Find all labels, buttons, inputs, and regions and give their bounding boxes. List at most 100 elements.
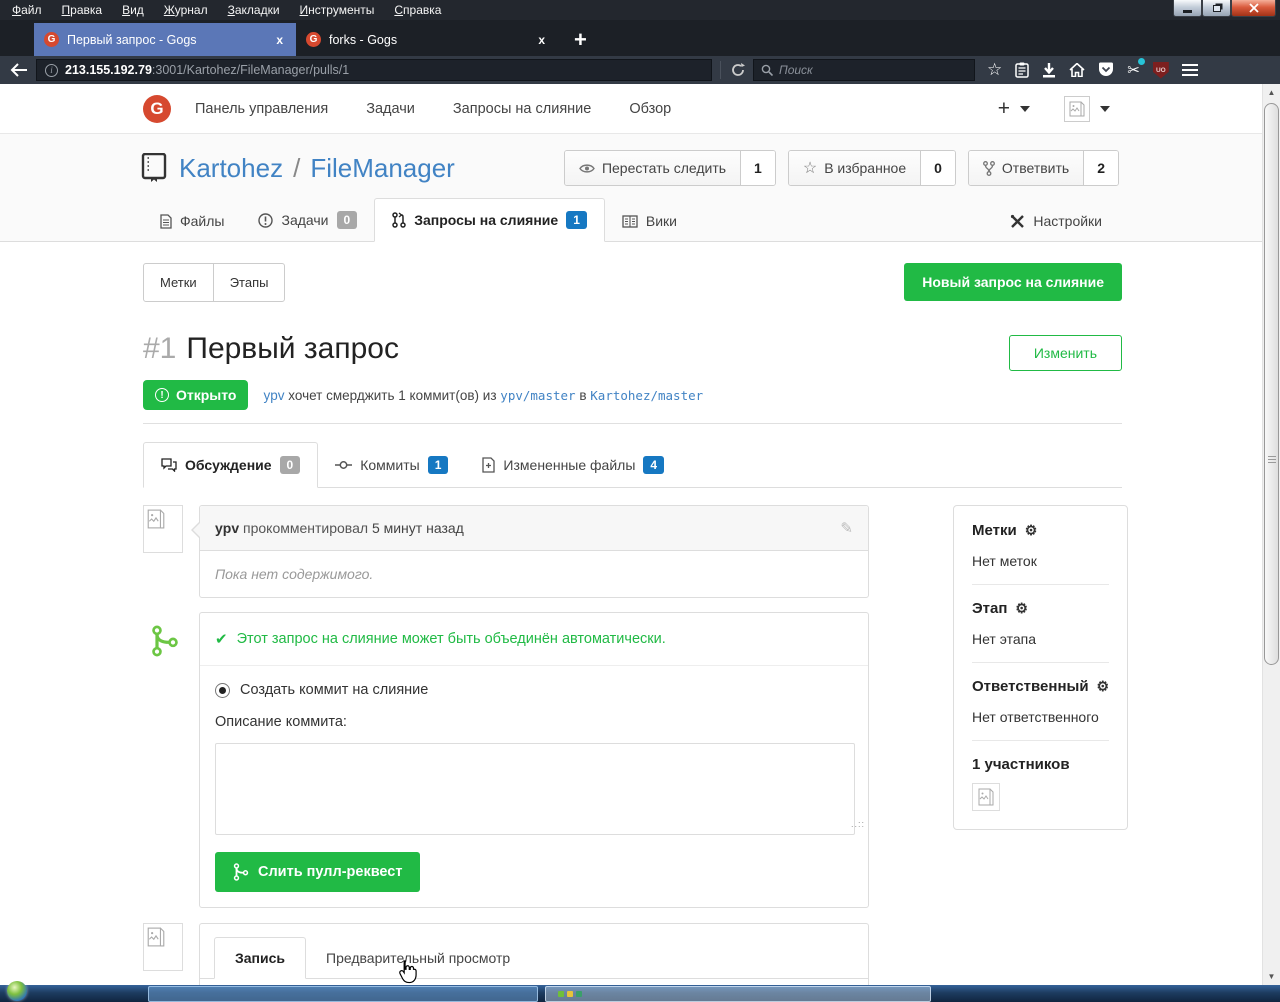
repo-owner-link[interactable]: Kartohez bbox=[179, 153, 283, 184]
tab-close-icon[interactable]: x bbox=[535, 33, 548, 47]
labels-button[interactable]: Метки bbox=[144, 264, 213, 301]
tab-write[interactable]: Запись bbox=[214, 937, 306, 979]
new-tab-button[interactable]: + bbox=[558, 23, 603, 56]
tab-preview[interactable]: Предварительный просмотр bbox=[306, 938, 530, 978]
nav-right-group: + bbox=[998, 96, 1262, 122]
page-scrollbar[interactable]: ▲ ▼ bbox=[1262, 84, 1280, 985]
gogs-logo-icon[interactable]: G bbox=[143, 95, 171, 123]
scroll-up-icon[interactable]: ▲ bbox=[1263, 84, 1280, 101]
menu-help[interactable]: Справка bbox=[394, 3, 441, 17]
milestone-gear-icon[interactable]: ⚙ bbox=[1015, 600, 1028, 617]
close-button[interactable] bbox=[1231, 0, 1276, 17]
user-menu-caret-icon[interactable] bbox=[1100, 106, 1110, 112]
discussion-count-badge: 0 bbox=[280, 456, 301, 474]
participant-avatar[interactable] bbox=[972, 783, 1000, 811]
base-branch-link[interactable]: Kartohez/master bbox=[590, 388, 703, 403]
start-button[interactable] bbox=[7, 981, 27, 1001]
pr-meta-text: ypv хочет смерджить 1 коммит(ов) из ypv/… bbox=[263, 388, 703, 403]
create-new-button[interactable]: + bbox=[998, 97, 1010, 121]
pocket-icon[interactable] bbox=[1098, 62, 1114, 78]
pr-view-tabs: Обсуждение 0 Коммиты 1 Измененные файлы … bbox=[143, 442, 1122, 488]
search-bar[interactable]: Поиск bbox=[753, 59, 975, 81]
minimize-button[interactable] bbox=[1173, 0, 1202, 17]
taskbar-app-button[interactable] bbox=[148, 986, 538, 1002]
browser-tab-active[interactable]: G Первый запрос - Gogs x bbox=[34, 23, 296, 56]
participants-title: 1 участников bbox=[972, 756, 1109, 773]
pr-author-link[interactable]: ypv bbox=[263, 388, 284, 403]
unwatch-button[interactable]: Перестать следить bbox=[565, 151, 740, 185]
menu-history[interactable]: Журнал bbox=[164, 3, 208, 17]
scroll-down-icon[interactable]: ▼ bbox=[1263, 968, 1280, 985]
labels-gear-icon[interactable]: ⚙ bbox=[1025, 522, 1038, 539]
repo-name-link[interactable]: FileManager bbox=[310, 153, 455, 184]
menu-tools[interactable]: Инструменты bbox=[300, 3, 375, 17]
textarea-resize-handle[interactable]: ..:: bbox=[851, 819, 865, 829]
new-pull-request-button[interactable]: Новый запрос на слияние bbox=[904, 263, 1122, 301]
broken-image-icon bbox=[1069, 101, 1085, 117]
site-info-icon[interactable]: i bbox=[45, 64, 58, 77]
commit-description-label: Описание коммита: bbox=[215, 714, 853, 730]
restore-button[interactable] bbox=[1202, 0, 1231, 17]
tab-issues[interactable]: Задачи 0 bbox=[241, 199, 374, 241]
commit-description-input[interactable] bbox=[215, 743, 855, 835]
user-avatar[interactable] bbox=[1064, 96, 1090, 122]
ublock-icon[interactable]: UO bbox=[1153, 62, 1169, 79]
tab-settings[interactable]: Настройки bbox=[993, 201, 1119, 241]
pr-title-row: #1Первый запрос Изменить bbox=[143, 332, 1122, 371]
bookmarks-menu-icon[interactable] bbox=[1015, 62, 1029, 78]
watch-count[interactable]: 1 bbox=[740, 151, 775, 185]
fork-count[interactable]: 2 bbox=[1083, 151, 1118, 185]
merge-pull-request-button[interactable]: Слить пулл-реквест bbox=[215, 852, 420, 892]
reload-icon bbox=[731, 63, 745, 77]
create-new-caret-icon[interactable] bbox=[1020, 106, 1030, 112]
nav-pulls[interactable]: Запросы на слияние bbox=[453, 101, 591, 117]
search-placeholder: Поиск bbox=[779, 63, 813, 77]
downloads-icon[interactable] bbox=[1042, 63, 1056, 78]
repo-action-buttons: Перестать следить 1 ☆ В избранное 0 Отве… bbox=[564, 150, 1119, 186]
tab-files[interactable]: Файлы bbox=[143, 201, 241, 241]
scrollbar-thumb[interactable] bbox=[1264, 103, 1279, 665]
menu-file[interactable]: Файл bbox=[12, 3, 42, 17]
back-button[interactable] bbox=[8, 59, 30, 81]
tab-wiki[interactable]: Вики bbox=[605, 201, 694, 241]
divider bbox=[143, 423, 1122, 424]
nav-explore[interactable]: Обзор bbox=[629, 101, 671, 117]
nav-dashboard[interactable]: Панель управления bbox=[195, 101, 328, 117]
menu-bookmarks[interactable]: Закладки bbox=[228, 3, 280, 17]
merge-style-option[interactable]: Создать коммит на слияние bbox=[215, 682, 853, 698]
tab-discussion-active[interactable]: Обсуждение 0 bbox=[143, 442, 318, 488]
reload-button[interactable] bbox=[720, 61, 745, 79]
editor-avatar[interactable] bbox=[143, 923, 183, 971]
url-bar[interactable]: i 213.155.192.79:3001/Kartohez/FileManag… bbox=[36, 59, 712, 81]
star-count[interactable]: 0 bbox=[920, 151, 955, 185]
browser-tab-inactive[interactable]: G forks - Gogs x bbox=[296, 23, 558, 56]
home-icon[interactable] bbox=[1069, 63, 1085, 77]
tab-close-icon[interactable]: x bbox=[273, 33, 286, 47]
repo-tabs: Файлы Задачи 0 Запросы на слияние 1 Вики… bbox=[0, 198, 1262, 242]
comment-author-link[interactable]: ypv bbox=[215, 520, 239, 536]
fork-button[interactable]: Ответвить bbox=[969, 151, 1083, 185]
toolbar-icons: ☆ ✂ UO bbox=[987, 60, 1198, 80]
close-icon bbox=[1249, 3, 1259, 13]
taskbar-app-button[interactable] bbox=[545, 986, 931, 1002]
bookmark-star-icon[interactable]: ☆ bbox=[987, 60, 1002, 80]
comment-avatar[interactable] bbox=[143, 505, 183, 553]
star-button[interactable]: ☆ В избранное bbox=[789, 151, 920, 185]
nav-issues[interactable]: Задачи bbox=[366, 101, 415, 117]
assignee-gear-icon[interactable]: ⚙ bbox=[1097, 678, 1110, 695]
head-branch-link[interactable]: ypv/master bbox=[500, 388, 575, 403]
git-merge-icon bbox=[233, 863, 249, 881]
tab-commits[interactable]: Коммиты 1 bbox=[318, 443, 465, 487]
milestones-button[interactable]: Этапы bbox=[213, 264, 285, 301]
comment-time[interactable]: 5 минут назад bbox=[372, 520, 464, 536]
menu-view[interactable]: Вид bbox=[122, 3, 144, 17]
edit-comment-icon[interactable]: ✎ bbox=[840, 519, 853, 537]
edit-title-button[interactable]: Изменить bbox=[1009, 335, 1122, 371]
tab-changed-files[interactable]: Измененные файлы 4 bbox=[465, 443, 681, 487]
menu-hamburger-icon[interactable] bbox=[1182, 64, 1198, 76]
menu-edit[interactable]: Правка bbox=[62, 3, 103, 17]
extension-icon[interactable]: ✂ bbox=[1127, 61, 1140, 79]
radio-selected-icon[interactable] bbox=[215, 683, 230, 698]
pr-title: #1Первый запрос bbox=[143, 332, 399, 366]
tab-pulls-active[interactable]: Запросы на слияние 1 bbox=[374, 198, 605, 242]
